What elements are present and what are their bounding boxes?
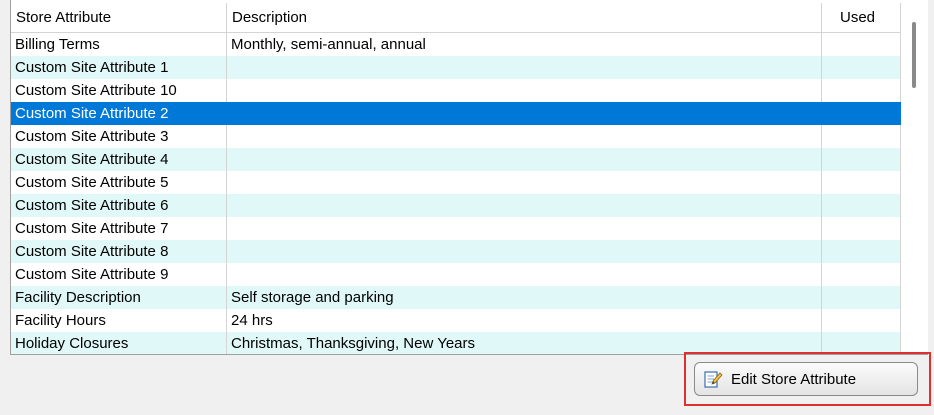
table-row[interactable]: Custom Site Attribute 8: [11, 240, 901, 263]
cell-store-attribute: Facility Hours: [11, 309, 227, 332]
cell-used: [822, 286, 901, 309]
cell-store-attribute: Custom Site Attribute 4: [11, 148, 227, 171]
cell-used: [822, 217, 901, 240]
cell-used: [822, 102, 901, 125]
cell-store-attribute: Custom Site Attribute 2: [11, 102, 227, 125]
cell-store-attribute: Custom Site Attribute 9: [11, 263, 227, 286]
column-header-store-attribute[interactable]: Store Attribute: [11, 3, 227, 32]
table-row[interactable]: Custom Site Attribute 10: [11, 79, 901, 102]
cell-description: 24 hrs: [227, 309, 822, 332]
table-row[interactable]: Custom Site Attribute 1: [11, 56, 901, 79]
cell-store-attribute: Custom Site Attribute 1: [11, 56, 227, 79]
cell-description: [227, 240, 822, 263]
cell-description: [227, 79, 822, 102]
cell-used: [822, 171, 901, 194]
table-row[interactable]: Facility Hours 24 hrs: [11, 309, 901, 332]
column-header-description[interactable]: Description: [227, 3, 822, 32]
cell-store-attribute: Custom Site Attribute 3: [11, 125, 227, 148]
cell-description: [227, 148, 822, 171]
table-row[interactable]: Custom Site Attribute 9: [11, 263, 901, 286]
table-row[interactable]: Custom Site Attribute 4: [11, 148, 901, 171]
cell-description: [227, 263, 822, 286]
table-row[interactable]: Custom Site Attribute 5: [11, 171, 901, 194]
cell-used: [822, 33, 901, 56]
table-row[interactable]: Custom Site Attribute 3: [11, 125, 901, 148]
cell-used: [822, 240, 901, 263]
cell-store-attribute: Custom Site Attribute 5: [11, 171, 227, 194]
table-row[interactable]: Custom Site Attribute 7: [11, 217, 901, 240]
cell-used: [822, 79, 901, 102]
cell-store-attribute: Custom Site Attribute 10: [11, 79, 227, 102]
table-row[interactable]: Holiday Closures Christmas, Thanksgiving,…: [11, 332, 901, 354]
cell-store-attribute: Facility Description: [11, 286, 227, 309]
table-row[interactable]: Billing Terms Monthly, semi-annual, annua…: [11, 33, 901, 56]
cell-description: [227, 102, 822, 125]
cell-store-attribute: Custom Site Attribute 7: [11, 217, 227, 240]
scrollbar-thumb[interactable]: [912, 22, 916, 88]
cell-description: Christmas, Thanksgiving, New Years: [227, 332, 822, 354]
grid-header: Store Attribute Description Used: [11, 3, 901, 33]
cell-used: [822, 332, 901, 354]
grid-body: Billing Terms Monthly, semi-annual, annua…: [11, 33, 901, 354]
table-row[interactable]: Custom Site Attribute 6: [11, 194, 901, 217]
cell-description: [227, 125, 822, 148]
table-row[interactable]: Facility Description Self storage and par…: [11, 286, 901, 309]
column-header-used[interactable]: Used: [822, 3, 901, 32]
vertical-scrollbar[interactable]: [901, 0, 928, 354]
cell-used: [822, 125, 901, 148]
cell-description: [227, 171, 822, 194]
edit-document-icon: [703, 369, 723, 389]
edit-store-attribute-label: Edit Store Attribute: [731, 370, 857, 388]
cell-description: [227, 56, 822, 79]
cell-description: [227, 194, 822, 217]
cell-used: [822, 56, 901, 79]
cell-used: [822, 194, 901, 217]
cell-store-attribute: Custom Site Attribute 6: [11, 194, 227, 217]
cell-description: Monthly, semi-annual, annual: [227, 33, 822, 56]
cell-used: [822, 148, 901, 171]
cell-store-attribute: Custom Site Attribute 8: [11, 240, 227, 263]
cell-description: [227, 217, 822, 240]
cell-store-attribute: Holiday Closures: [11, 332, 227, 354]
cell-used: [822, 309, 901, 332]
store-attributes-grid[interactable]: Store Attribute Description Used Billing…: [10, 0, 928, 355]
table-row[interactable]: Custom Site Attribute 2: [11, 102, 901, 125]
cell-used: [822, 263, 901, 286]
cell-description: Self storage and parking: [227, 286, 822, 309]
edit-store-attribute-button[interactable]: Edit Store Attribute: [694, 362, 918, 396]
cell-store-attribute: Billing Terms: [11, 33, 227, 56]
